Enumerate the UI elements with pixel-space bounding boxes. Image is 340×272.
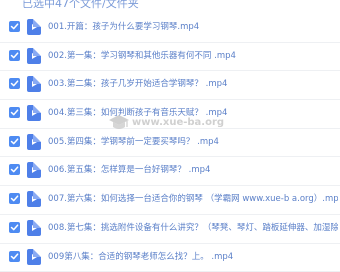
check-icon[interactable] <box>9 78 20 89</box>
check-icon[interactable] <box>9 21 20 32</box>
video-file-icon <box>27 48 41 64</box>
selection-count-text: 已选中47个文件/文件夹 <box>22 0 139 11</box>
file-row[interactable]: 002.第一集：学习钢琴和其他乐器有何不同 .mp4 <box>0 43 340 72</box>
file-row[interactable]: 001.开篇：孩子为什么要学习钢琴.mp4 <box>0 14 340 43</box>
file-row[interactable]: 007.第六集：如何选择一台适合你的钢琴 （学霸网 www.xue-b a.or… <box>0 186 340 215</box>
video-file-icon <box>27 162 41 178</box>
file-name[interactable]: 004.第三集：如何判断孩子有音乐天赋？ .mp4 <box>48 106 227 118</box>
check-icon[interactable] <box>9 50 20 61</box>
file-name[interactable]: 003.第二集：孩子几岁开始适合学钢琴？ .mp4 <box>48 77 227 89</box>
file-name[interactable]: 001.开篇：孩子为什么要学习钢琴.mp4 <box>48 20 199 32</box>
file-row[interactable]: 008.第七集：挑选附件设备有什么讲究？（琴凳、琴灯、踏板延伸器、加湿除湿器）.… <box>0 215 340 244</box>
check-icon[interactable] <box>9 136 20 147</box>
video-file-icon <box>27 76 41 92</box>
check-icon[interactable] <box>9 107 20 118</box>
file-list: 001.开篇：孩子为什么要学习钢琴.mp4 002.第一集：学习钢琴和其他乐器有… <box>0 14 340 272</box>
video-file-icon <box>27 220 41 236</box>
video-file-icon <box>27 105 41 121</box>
video-file-icon <box>27 191 41 207</box>
file-row[interactable]: 009第八集：合适的钢琴老师怎么找？上。 .mp4 <box>0 244 340 272</box>
video-file-icon <box>27 19 41 35</box>
file-name[interactable]: 005.第四集：学钢琴前一定要买琴吗？ .mp4 <box>48 135 219 147</box>
video-file-icon <box>27 249 41 265</box>
video-file-icon <box>27 134 41 150</box>
file-row[interactable]: 006.第五集：怎样算是一台好钢琴？ .mp4 <box>0 157 340 186</box>
file-name[interactable]: 006.第五集：怎样算是一台好钢琴？ .mp4 <box>48 163 210 175</box>
file-name[interactable]: 009第八集：合适的钢琴老师怎么找？上。 .mp4 <box>48 250 233 262</box>
file-row[interactable]: 005.第四集：学钢琴前一定要买琴吗？ .mp4 <box>0 129 340 158</box>
check-icon[interactable] <box>9 193 20 204</box>
file-name[interactable]: 008.第七集：挑选附件设备有什么讲究？（琴凳、琴灯、踏板延伸器、加湿除湿器）.… <box>48 221 338 233</box>
check-icon[interactable] <box>9 222 20 233</box>
file-row[interactable]: 004.第三集：如何判断孩子有音乐天赋？ .mp4 <box>0 100 340 129</box>
selection-header: 已选中47个文件/文件夹 <box>0 0 340 14</box>
check-icon[interactable] <box>9 251 20 262</box>
file-name[interactable]: 002.第一集：学习钢琴和其他乐器有何不同 .mp4 <box>48 49 236 61</box>
check-icon[interactable] <box>9 164 20 175</box>
file-name[interactable]: 007.第六集：如何选择一台适合你的钢琴 （学霸网 www.xue-b a.or… <box>48 192 338 204</box>
file-row[interactable]: 003.第二集：孩子几岁开始适合学钢琴？ .mp4 <box>0 71 340 100</box>
